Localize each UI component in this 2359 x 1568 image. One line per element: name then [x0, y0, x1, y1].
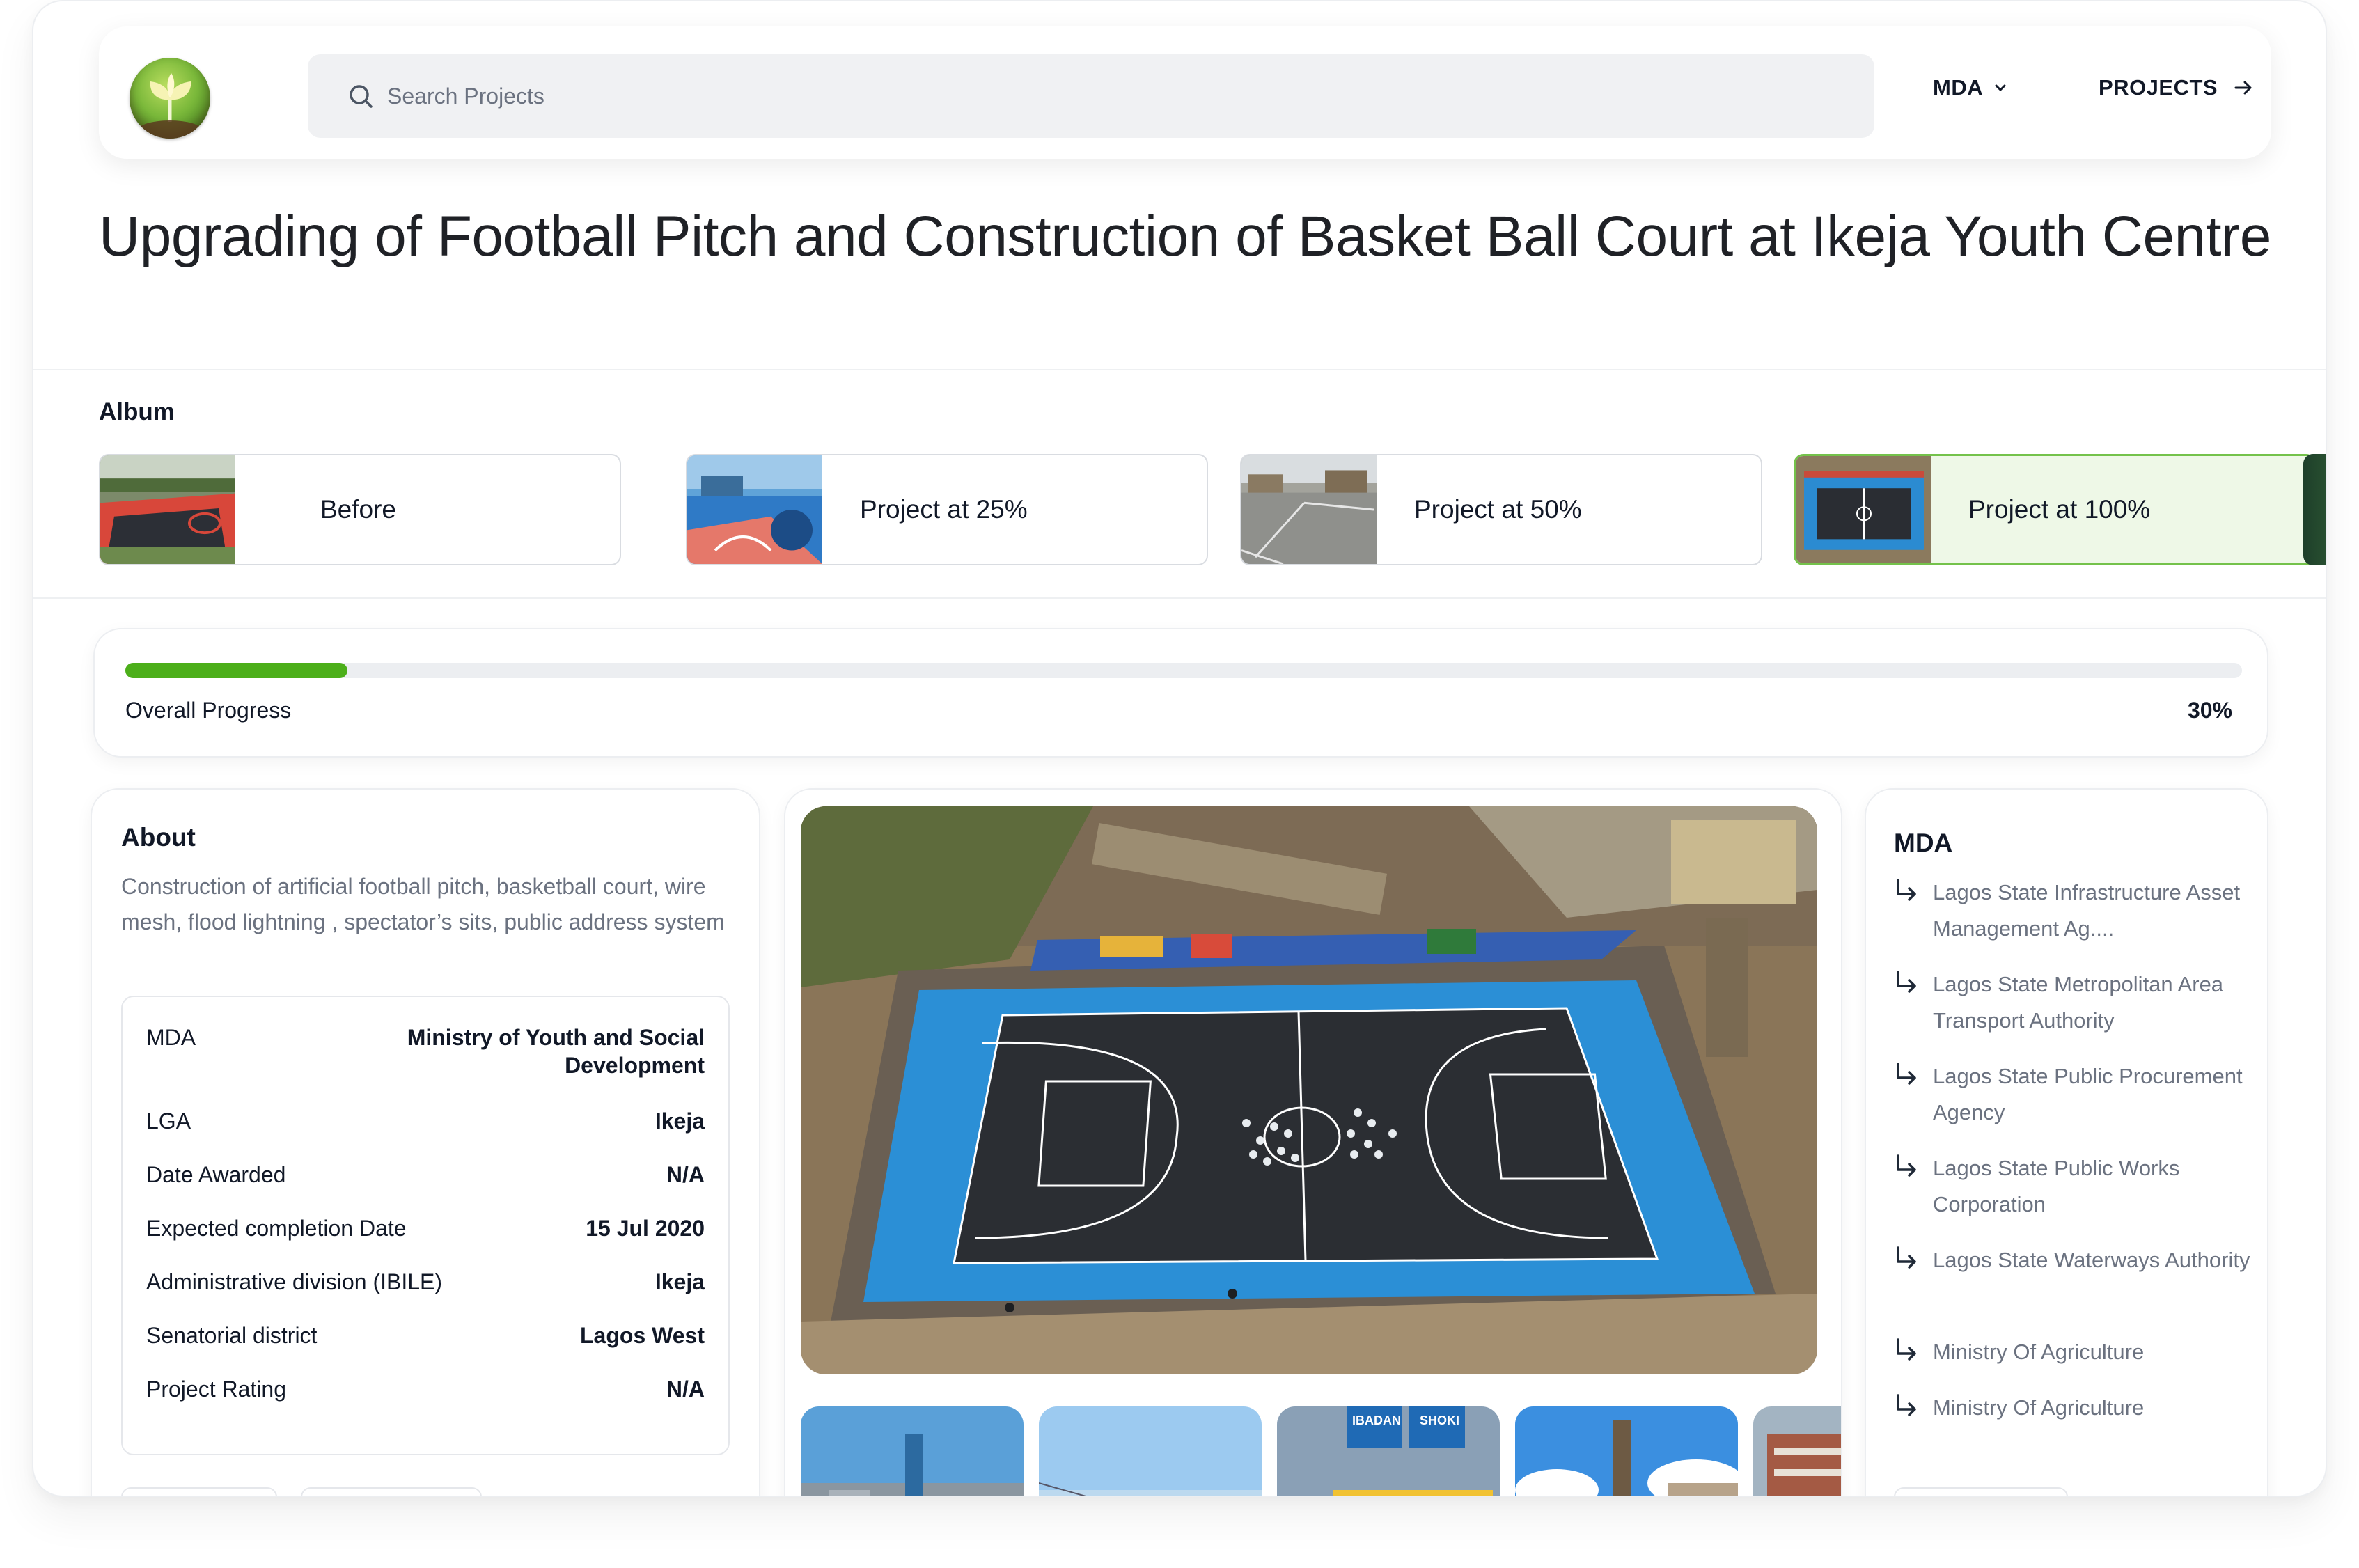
mda-dropdown-label: MDA: [1933, 75, 1984, 100]
progress-card: Overall Progress 30%: [93, 628, 2268, 758]
mda-list-item[interactable]: Ministry Of Agriculture: [1894, 1334, 2256, 1370]
detail-row-senatorial-district: Senatorial district Lagos West: [146, 1322, 705, 1349]
mda-list-item[interactable]: Lagos State Public Works Corporation: [1894, 1150, 2256, 1223]
subdirectory-arrow-icon: [1897, 1063, 1916, 1085]
road-sign-text: SHOKI: [1420, 1413, 1459, 1427]
subdirectory-arrow-icon: [1897, 1246, 1916, 1269]
detail-row-completion-date: Expected completion Date 15 Jul 2020: [146, 1214, 705, 1242]
mda-list-item[interactable]: Lagos State Metropolitan Area Transport …: [1894, 966, 2256, 1039]
progress-fill: [125, 663, 348, 678]
mda-list-card: MDA Lagos State Infrastructure Asset Man…: [1865, 788, 2268, 1496]
detail-key: Administrative division (IBILE): [146, 1269, 443, 1294]
hero-project-photo[interactable]: [801, 806, 1817, 1374]
progress-percentage: 30%: [2187, 698, 2232, 723]
about-description: Construction of artificial football pitc…: [121, 874, 725, 934]
mda-list-item-label: Ministry Of Agriculture: [1933, 1395, 2145, 1420]
top-nav-bar: MDA PROJECTS: [99, 26, 2271, 159]
detail-key: MDA: [146, 1025, 196, 1050]
mda-list-item-label: Lagos State Public Procurement Agency: [1933, 1064, 2243, 1124]
album-heading: Album: [99, 398, 175, 425]
gallery-thumbnail[interactable]: [801, 1406, 1024, 1497]
detail-value: Ikeja: [655, 1108, 705, 1134]
subdirectory-arrow-icon: [1897, 971, 1916, 993]
detail-row-lga: LGA Ikeja: [146, 1107, 705, 1135]
chevron-down-icon: [1995, 84, 2006, 91]
subdirectory-arrow-icon: [1897, 879, 1916, 901]
mda-list-item-label: Lagos State Waterways Authority: [1933, 1248, 2250, 1272]
album-card-label: Project at 100%: [1968, 495, 2151, 524]
mda-list-item-label: Lagos State Infrastructure Asset Managem…: [1933, 880, 2241, 941]
search-input[interactable]: [387, 83, 1640, 109]
page-title: Upgrading of Football Pitch and Construc…: [99, 205, 2271, 268]
divider: [33, 369, 2326, 370]
mda-list-item-label: Lagos State Metropolitan Area Transport …: [1933, 972, 2224, 1033]
mda-list-item[interactable]: Lagos State Infrastructure Asset Managem…: [1894, 875, 2256, 947]
detail-row-mda: MDA Ministry of Youth and Social Develop…: [146, 1024, 705, 1079]
road-sign-text: IBADAN: [1352, 1413, 1401, 1427]
about-action-button[interactable]: [121, 1487, 277, 1496]
album-card-next-peek[interactable]: [2303, 454, 2326, 565]
progress-label: Overall Progress: [125, 698, 292, 723]
detail-value: Lagos West: [580, 1323, 705, 1348]
detail-value: N/A: [666, 1377, 705, 1402]
detail-row-date-awarded: Date Awarded N/A: [146, 1161, 705, 1189]
detail-value: 15 Jul 2020: [586, 1216, 705, 1241]
subdirectory-arrow-icon: [1897, 1338, 1916, 1361]
search-icon: [350, 85, 373, 108]
album-card-before[interactable]: Before: [99, 454, 621, 565]
about-card: About Construction of artificial footbal…: [91, 788, 760, 1496]
detail-row-project-rating: Project Rating N/A: [146, 1375, 705, 1403]
mda-list-item[interactable]: Ministry Of Agriculture: [1894, 1390, 2256, 1426]
gallery-thumbnail[interactable]: [1039, 1406, 1262, 1497]
detail-key: Date Awarded: [146, 1162, 286, 1187]
album-thumbnail: [1796, 456, 1931, 563]
album-card-label: Project at 25%: [860, 495, 1028, 524]
gallery-thumbnail[interactable]: [1515, 1406, 1738, 1497]
gallery-card: IBADAN SHOKI: [784, 788, 1842, 1497]
detail-key: LGA: [146, 1108, 191, 1134]
detail-key: Project Rating: [146, 1377, 286, 1402]
divider: [33, 597, 2326, 599]
album-card-100[interactable]: Project at 100%: [1794, 454, 2316, 565]
album-card-50[interactable]: Project at 50%: [1240, 454, 1762, 565]
app-window: MDA PROJECTS Upgrading of Football Pitch…: [32, 0, 2327, 1497]
detail-value: Ikeja: [655, 1269, 705, 1294]
mda-list-heading: MDA: [1894, 829, 1953, 857]
about-action-button[interactable]: [301, 1487, 482, 1496]
album-card-label: Before: [320, 495, 397, 524]
mda-list-action-button[interactable]: [1894, 1487, 2068, 1496]
projects-link-label: PROJECTS: [2099, 75, 2218, 100]
search-bar[interactable]: [308, 54, 1874, 138]
arrow-right-icon: [2234, 81, 2252, 95]
detail-value: Ministry of Youth and Social Development: [407, 1025, 705, 1078]
detail-key: Expected completion Date: [146, 1216, 407, 1241]
progress-track: [125, 663, 2242, 678]
detail-row-admin-division: Administrative division (IBILE) Ikeja: [146, 1268, 705, 1296]
mda-list-item[interactable]: Lagos State Waterways Authority: [1894, 1242, 2256, 1278]
album-thumbnail: [1241, 455, 1377, 564]
subdirectory-arrow-icon: [1897, 1154, 1916, 1177]
projects-link[interactable]: PROJECTS: [2099, 75, 2254, 100]
detail-value: N/A: [666, 1162, 705, 1187]
gallery-thumbnail[interactable]: IBADAN SHOKI: [1277, 1406, 1500, 1497]
project-details-table: MDA Ministry of Youth and Social Develop…: [121, 996, 730, 1455]
subdirectory-arrow-icon: [1897, 1394, 1916, 1416]
mda-list-item[interactable]: Lagos State Public Procurement Agency: [1894, 1058, 2256, 1131]
gallery-thumbnail[interactable]: [1753, 1406, 1842, 1497]
album-thumbnail: [100, 455, 235, 564]
mda-list-item-label: Lagos State Public Works Corporation: [1933, 1156, 2180, 1216]
logo-plant-icon[interactable]: [130, 58, 210, 139]
about-heading: About: [121, 823, 196, 852]
album-thumbnail: [687, 455, 822, 564]
detail-key: Senatorial district: [146, 1323, 318, 1348]
album-card-label: Project at 50%: [1414, 495, 1582, 524]
mda-list-item-label: Ministry Of Agriculture: [1933, 1340, 2145, 1364]
mda-dropdown[interactable]: MDA: [1933, 75, 2008, 100]
album-card-25[interactable]: Project at 25%: [686, 454, 1208, 565]
